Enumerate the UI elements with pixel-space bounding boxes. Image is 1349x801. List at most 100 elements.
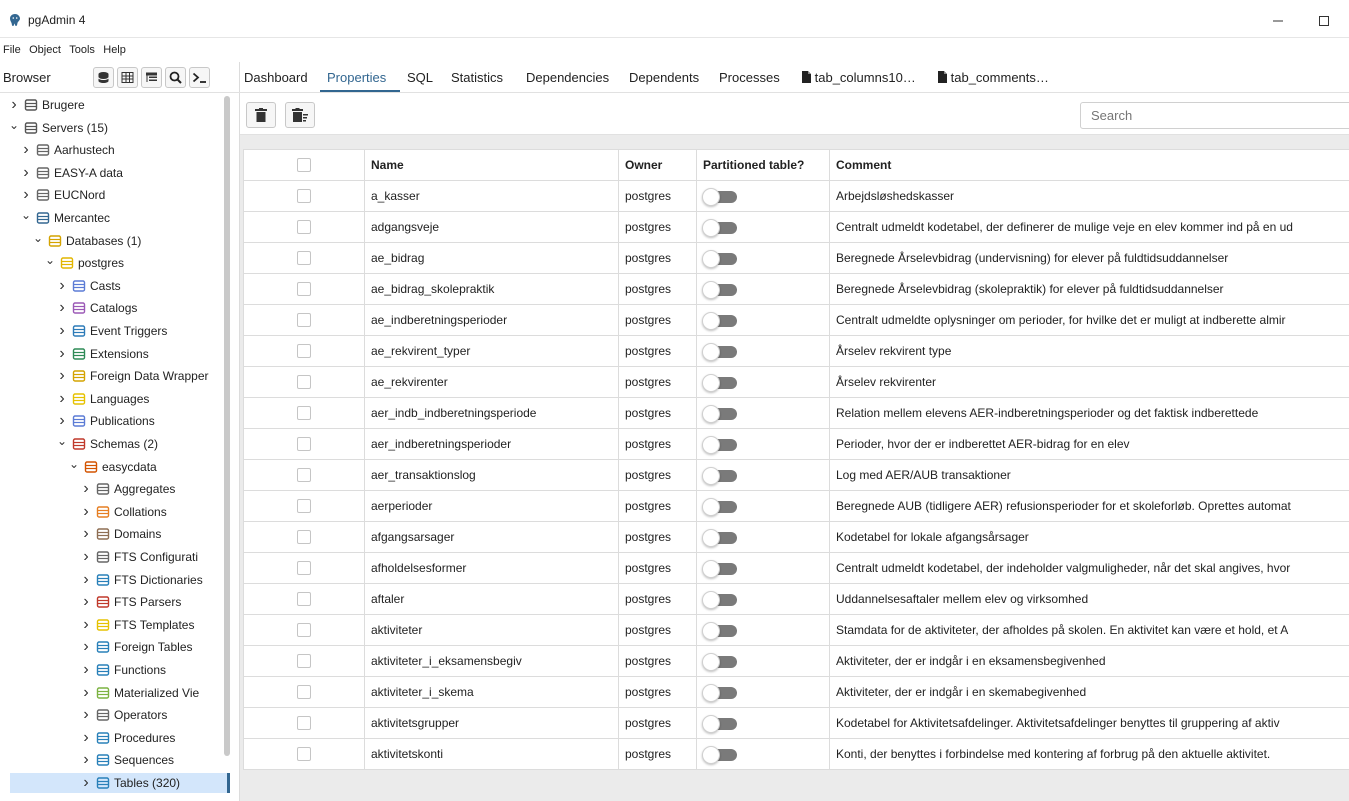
chevron-down-icon[interactable]: ⌄ (68, 457, 80, 471)
chevron-right-icon[interactable]: › (80, 525, 92, 543)
table-row[interactable]: aktiviteter_i_skema postgres Aktiviteter, … (243, 676, 1349, 708)
partitioned-toggle[interactable] (702, 373, 737, 392)
row-select-cell[interactable] (243, 366, 365, 398)
tab-columns[interactable]: tab_columns10… (801, 70, 916, 85)
row-checkbox[interactable] (297, 747, 311, 762)
row-select-cell[interactable] (243, 211, 365, 243)
view-data-button[interactable] (117, 67, 138, 88)
chevron-right-icon[interactable]: › (20, 141, 32, 159)
chevron-right-icon[interactable]: › (20, 164, 32, 182)
row-select-cell[interactable] (243, 490, 365, 522)
row-checkbox[interactable] (297, 530, 311, 545)
tab-dashboard[interactable]: Dashboard (244, 70, 308, 85)
table-row[interactable]: aer_indb_indberetningsperiode postgres Rel… (243, 397, 1349, 429)
filtered-rows-button[interactable] (141, 67, 162, 88)
table-row[interactable]: afholdelsesformer postgres Centralt udmeld… (243, 552, 1349, 584)
partitioned-toggle[interactable] (702, 590, 737, 609)
row-select-cell[interactable] (243, 583, 365, 615)
row-select-cell[interactable] (243, 738, 365, 770)
partitioned-toggle[interactable] (702, 683, 737, 702)
tree-node[interactable]: › Functions (0, 660, 166, 680)
row-checkbox[interactable] (297, 375, 311, 390)
partitioned-toggle[interactable] (702, 187, 737, 206)
chevron-right-icon[interactable]: › (80, 751, 92, 769)
drop-cascade-button[interactable] (285, 102, 315, 128)
row-select-cell[interactable] (243, 459, 365, 491)
partitioned-toggle[interactable] (702, 280, 737, 299)
tree-node[interactable]: › Procedures (0, 728, 175, 748)
column-header-comment[interactable]: Comment (829, 149, 1349, 181)
row-select-cell[interactable] (243, 397, 365, 429)
tree-node[interactable]: ⌄ Databases (1) (0, 231, 141, 251)
tab-comments[interactable]: tab_comments… (937, 70, 1049, 85)
table-row[interactable]: aktivitetskonti postgres Konti, der benytt… (243, 738, 1349, 770)
row-checkbox[interactable] (297, 654, 311, 669)
table-row[interactable]: ae_bidrag_skolepraktik postgres Beregnede … (243, 273, 1349, 305)
tree-node[interactable]: › Brugere (0, 95, 84, 115)
table-row[interactable]: ae_bidrag postgres Beregnede Årselevbidrag… (243, 242, 1349, 274)
select-all-cell[interactable] (243, 149, 365, 181)
row-select-cell[interactable] (243, 242, 365, 274)
tree-node[interactable]: › Extensions (0, 344, 148, 364)
row-checkbox[interactable] (297, 623, 311, 638)
tree-node[interactable]: › Collations (0, 502, 166, 522)
partitioned-toggle[interactable] (702, 621, 737, 640)
menu-object[interactable]: Object (29, 44, 61, 56)
table-row[interactable]: aer_transaktionslog postgres Log med AER/A… (243, 459, 1349, 491)
search-objects-button[interactable] (165, 67, 186, 88)
row-checkbox[interactable] (297, 499, 311, 514)
delete-button[interactable] (246, 102, 276, 128)
chevron-right-icon[interactable]: › (20, 186, 32, 204)
partitioned-toggle[interactable] (702, 435, 737, 454)
tree-node[interactable]: › Catalogs (0, 298, 137, 318)
chevron-right-icon[interactable]: › (56, 390, 68, 408)
partitioned-toggle[interactable] (702, 342, 737, 361)
tab-properties[interactable]: Properties (327, 70, 386, 85)
partitioned-toggle[interactable] (702, 652, 737, 671)
tree-node[interactable]: › Publications (0, 411, 154, 431)
chevron-right-icon[interactable]: › (80, 729, 92, 747)
chevron-right-icon[interactable]: › (80, 571, 92, 589)
chevron-right-icon[interactable]: › (80, 706, 92, 724)
tree-node[interactable]: › Casts (0, 276, 120, 296)
menu-help[interactable]: Help (103, 44, 126, 56)
row-select-cell[interactable] (243, 614, 365, 646)
chevron-down-icon[interactable]: ⌄ (44, 253, 56, 267)
query-tool-button[interactable] (93, 67, 114, 88)
chevron-right-icon[interactable]: › (80, 480, 92, 498)
table-row[interactable]: ae_indberetningsperioder postgres Centralt… (243, 304, 1349, 336)
tree-node[interactable]: ⌄ postgres (0, 253, 124, 273)
row-checkbox[interactable] (297, 716, 311, 731)
tree-node[interactable]: › Operators (0, 705, 167, 725)
tree-node[interactable]: › Languages (0, 389, 149, 409)
tree-node[interactable]: › Aarhustech (0, 140, 114, 160)
tab-statistics[interactable]: Statistics (451, 70, 503, 85)
tree-node[interactable]: › Aggregates (0, 479, 175, 499)
partitioned-toggle[interactable] (702, 466, 737, 485)
tree-node[interactable]: ⌄ Schemas (2) (0, 434, 158, 454)
tab-processes[interactable]: Processes (719, 70, 780, 85)
select-all-checkbox[interactable] (297, 158, 311, 173)
row-checkbox[interactable] (297, 282, 311, 297)
partitioned-toggle[interactable] (702, 528, 737, 547)
partitioned-toggle[interactable] (702, 404, 737, 423)
row-select-cell[interactable] (243, 645, 365, 677)
row-select-cell[interactable] (243, 676, 365, 708)
partitioned-toggle[interactable] (702, 311, 737, 330)
table-row[interactable]: adgangsveje postgres Centralt udmeldt kode… (243, 211, 1349, 243)
row-checkbox[interactable] (297, 685, 311, 700)
chevron-right-icon[interactable]: › (80, 616, 92, 634)
partitioned-toggle[interactable] (702, 497, 737, 516)
chevron-right-icon[interactable]: › (80, 503, 92, 521)
chevron-right-icon[interactable]: › (56, 322, 68, 340)
partitioned-toggle[interactable] (702, 745, 737, 764)
tree-node[interactable]: ⌄ Mercantec (0, 208, 110, 228)
minimize-button[interactable] (1255, 8, 1301, 34)
tree-node[interactable]: › Foreign Data Wrapper (0, 366, 208, 386)
row-select-cell[interactable] (243, 273, 365, 305)
row-select-cell[interactable] (243, 180, 365, 212)
tree-node[interactable]: ⌄ easycdata (0, 457, 157, 477)
row-select-cell[interactable] (243, 335, 365, 367)
partitioned-toggle[interactable] (702, 218, 737, 237)
chevron-right-icon[interactable]: › (56, 367, 68, 385)
